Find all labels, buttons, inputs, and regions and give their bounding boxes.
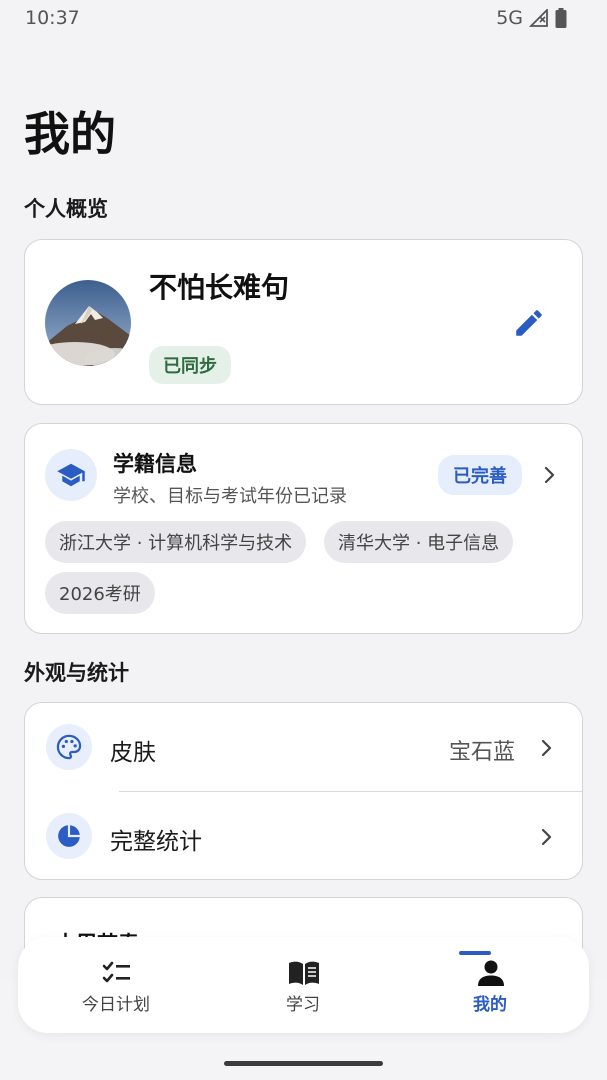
palette-icon-container bbox=[46, 724, 92, 770]
nav-label: 我的 bbox=[473, 995, 507, 1015]
nav-item-today-plan[interactable]: 今日计划 bbox=[21, 937, 211, 1033]
battery-icon bbox=[555, 8, 567, 28]
section-title-appearance: 外观与统计 bbox=[24, 661, 129, 685]
status-icons: 5G bbox=[496, 7, 567, 29]
avatar[interactable] bbox=[45, 280, 131, 366]
person-icon bbox=[478, 960, 504, 986]
school-info-subtitle: 学校、目标与考试年份已记录 bbox=[113, 486, 347, 507]
nav-label: 学习 bbox=[286, 995, 320, 1015]
page-title: 我的 bbox=[24, 107, 116, 161]
chevron-right-icon bbox=[541, 739, 552, 757]
stats-row[interactable]: 完整统计 bbox=[25, 792, 582, 880]
chevron-right-icon bbox=[541, 828, 552, 846]
nav-item-mine[interactable]: 我的 bbox=[395, 937, 585, 1033]
skin-label: 皮肤 bbox=[110, 740, 156, 766]
checklist-icon bbox=[102, 961, 130, 983]
status-bar: 10:37 5G bbox=[0, 0, 607, 36]
profile-name: 不怕长难句 bbox=[149, 271, 290, 304]
signal-icon bbox=[529, 9, 548, 27]
home-indicator[interactable] bbox=[224, 1061, 383, 1066]
network-label: 5G bbox=[496, 7, 523, 29]
status-time: 10:37 bbox=[25, 7, 80, 29]
profile-card[interactable]: 不怕长难句 已同步 bbox=[24, 239, 583, 405]
school-chip: 清华大学 · 电子信息 bbox=[324, 521, 514, 563]
school-info-title: 学籍信息 bbox=[113, 452, 197, 476]
pie-chart-icon-container bbox=[46, 813, 92, 859]
edit-pencil-icon[interactable] bbox=[512, 306, 546, 340]
nav-item-study[interactable]: 学习 bbox=[208, 937, 398, 1033]
completion-badge: 已完善 bbox=[438, 455, 522, 495]
graduation-cap-icon bbox=[57, 463, 85, 487]
settings-card: 皮肤 宝石蓝 完整统计 bbox=[24, 702, 583, 880]
book-icon bbox=[289, 961, 319, 985]
school-chip: 浙江大学 · 计算机科学与技术 bbox=[45, 521, 307, 563]
nav-label: 今日计划 bbox=[82, 995, 150, 1015]
mountain-avatar-image bbox=[45, 280, 131, 366]
section-title-overview: 个人概览 bbox=[24, 197, 108, 221]
palette-icon bbox=[56, 734, 82, 760]
school-info-card[interactable]: 学籍信息 学校、目标与考试年份已记录 已完善 浙江大学 · 计算机科学与技术 清… bbox=[24, 423, 583, 634]
stats-label: 完整统计 bbox=[110, 829, 202, 855]
sync-status-badge: 已同步 bbox=[149, 346, 231, 384]
exam-year-chip: 2026考研 bbox=[45, 572, 155, 614]
bottom-nav: 今日计划 学习 我的 bbox=[18, 937, 589, 1033]
skin-row[interactable]: 皮肤 宝石蓝 bbox=[25, 703, 582, 791]
school-icon-container bbox=[45, 449, 97, 501]
chevron-right-icon[interactable] bbox=[543, 465, 557, 485]
active-tab-indicator bbox=[459, 951, 491, 955]
skin-value: 宝石蓝 bbox=[448, 740, 515, 765]
pie-chart-icon bbox=[58, 825, 80, 847]
